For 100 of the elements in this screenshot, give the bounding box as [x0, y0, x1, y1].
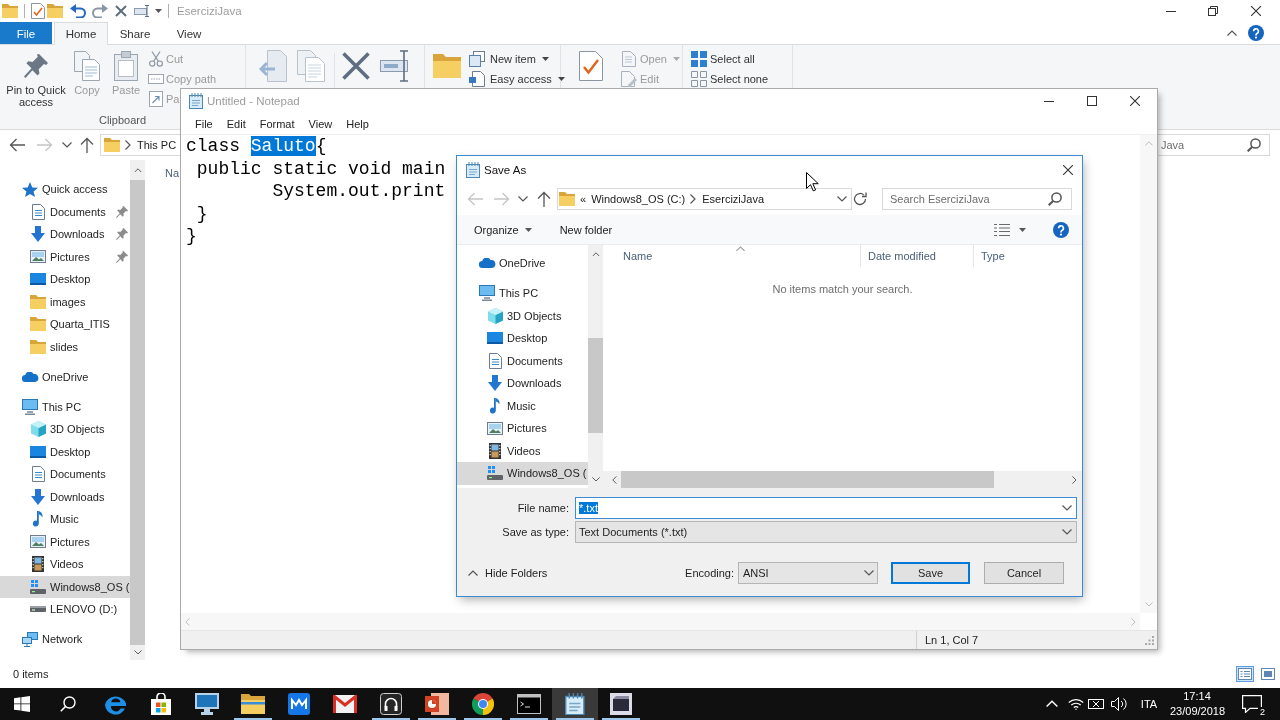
nav-item[interactable]: slides	[0, 335, 130, 358]
breadcrumb-item[interactable]: EserciziJava	[702, 193, 764, 205]
column-header[interactable]: Type	[973, 245, 1082, 267]
nav-item[interactable]: Videos	[457, 439, 588, 462]
clock-button[interactable]: 17:14 23/09/2018	[1170, 689, 1224, 719]
breadcrumb-item[interactable]: Windows8_OS (C:)	[591, 193, 686, 205]
undo-icon[interactable]	[70, 4, 86, 18]
nav-item[interactable]: Documents	[0, 200, 130, 223]
nav-item[interactable]: Quick access	[0, 178, 130, 201]
close-icon[interactable]	[1251, 6, 1261, 16]
file-name-field[interactable]: *.txt	[575, 497, 1077, 519]
help-icon[interactable]	[1248, 25, 1264, 41]
resize-grip-icon[interactable]	[1145, 635, 1154, 645]
column-header[interactable]: Na	[165, 163, 180, 183]
ribbon-button[interactable]: Pin to Quick access	[4, 49, 68, 108]
nav-item[interactable]: Downloads	[457, 372, 588, 395]
chevron-right-icon[interactable]	[125, 140, 131, 150]
close-icon[interactable]	[1130, 96, 1140, 106]
ribbon-tab[interactable]: File	[0, 22, 52, 44]
file-type-dropdown[interactable]: Text Documents (*.txt)	[575, 521, 1077, 543]
nav-item[interactable]: Music	[0, 508, 130, 531]
breadcrumb-item[interactable]: This PC	[137, 139, 177, 151]
search-field[interactable]: Search EserciziJava	[882, 188, 1072, 210]
column-header[interactable]: Name	[603, 245, 860, 267]
up-arrow-icon[interactable]	[537, 191, 551, 207]
nav-item[interactable]: Pictures	[457, 417, 588, 440]
maximize-icon[interactable]	[1087, 96, 1097, 106]
wifi-icon[interactable]	[1068, 698, 1084, 710]
chevron-down-icon[interactable]	[837, 196, 847, 202]
chevron-left-icon[interactable]	[612, 475, 617, 484]
nav-item[interactable]: 3D Objects	[0, 418, 130, 441]
minimize-icon[interactable]	[1166, 10, 1176, 12]
minimize-icon[interactable]	[1044, 100, 1054, 102]
ribbon-button[interactable]: Easy access	[469, 69, 565, 89]
new-folder-button[interactable]: New folder	[553, 217, 619, 242]
cross-icon[interactable]	[115, 5, 127, 17]
chevron-up-icon[interactable]	[1227, 30, 1237, 36]
up-arrow-icon[interactable]	[80, 137, 94, 153]
nav-item[interactable]: Quarta_ITIS	[0, 313, 130, 336]
search-field[interactable]: Java	[1157, 134, 1270, 156]
refresh-icon[interactable]	[853, 192, 867, 206]
dialog-button[interactable]: Cancel	[984, 562, 1064, 584]
nav-item[interactable]: 3D Objects	[457, 304, 588, 327]
nav-item[interactable]: This PC	[457, 282, 588, 305]
list-view-icon[interactable]	[994, 223, 1010, 236]
address-bar[interactable]: « Windows8_OS (C:) EserciziJava	[557, 188, 852, 210]
chevron-down-icon[interactable]	[864, 570, 874, 576]
nav-item[interactable]: Downloads	[0, 485, 130, 508]
chevron-right-icon[interactable]	[1072, 475, 1077, 484]
text-field-icon[interactable]	[134, 5, 150, 17]
scrollbar-thumb[interactable]	[588, 338, 603, 433]
menu-item[interactable]: Format	[252, 113, 302, 134]
chevron-down-icon[interactable]	[518, 196, 528, 202]
breadcrumb-overflow[interactable]: «	[580, 193, 587, 205]
menu-item[interactable]: Help	[339, 113, 376, 134]
notification-icon[interactable]	[1242, 695, 1262, 713]
nav-item[interactable]: Downloads	[0, 223, 130, 246]
chevron-down-icon[interactable]	[62, 142, 72, 148]
menu-item[interactable]: File	[188, 113, 220, 134]
ribbon-tab[interactable]: Home	[54, 22, 108, 45]
encoding-dropdown[interactable]: ANSI	[738, 562, 878, 584]
windows-logo-icon[interactable]	[14, 696, 30, 712]
menu-item[interactable]: Edit	[219, 113, 253, 134]
chevron-down-icon[interactable]	[133, 650, 142, 655]
speaker-icon[interactable]	[1111, 697, 1127, 711]
nav-item[interactable]: Windows8_OS (	[457, 462, 588, 485]
language-indicator[interactable]: ITA	[1137, 698, 1161, 710]
crossed-box-icon[interactable]	[1088, 699, 1104, 709]
help-icon[interactable]	[1053, 221, 1069, 238]
hide-folders-button[interactable]: Hide Folders	[468, 567, 548, 579]
nav-item[interactable]: This PC	[0, 395, 130, 418]
menu-item[interactable]: View	[301, 113, 340, 134]
nav-item[interactable]: Desktop	[457, 327, 588, 350]
ribbon-button[interactable]: Select all	[691, 49, 755, 69]
dialog-button[interactable]: Save	[891, 562, 970, 584]
nav-item[interactable]: images	[0, 290, 130, 313]
search-icon[interactable]	[60, 696, 76, 712]
nav-item[interactable]: Desktop	[0, 440, 130, 463]
redo-icon[interactable]	[92, 4, 108, 18]
nav-item[interactable]: Desktop	[0, 268, 130, 291]
checked-document-icon[interactable]	[579, 51, 603, 81]
view-button[interactable]	[1236, 666, 1254, 682]
chevron-down-icon[interactable]	[591, 476, 600, 482]
nav-item[interactable]: Pictures	[0, 245, 130, 268]
cross-icon[interactable]	[342, 52, 370, 80]
nav-item[interactable]: Network	[0, 628, 130, 651]
nav-item[interactable]: Documents	[0, 463, 130, 486]
taskbar-button[interactable]	[552, 688, 598, 720]
column-header[interactable]: Date modified	[860, 245, 973, 267]
chevron-right-icon[interactable]	[690, 194, 697, 204]
checked-document-icon[interactable]	[31, 3, 45, 19]
restore-icon[interactable]	[1208, 6, 1218, 16]
nav-item[interactable]: Pictures	[0, 530, 130, 553]
close-icon[interactable]	[1063, 164, 1073, 175]
back-arrow-icon[interactable]	[9, 138, 25, 152]
nav-item[interactable]: Videos	[0, 553, 130, 576]
dropdown-caret-icon[interactable]	[155, 9, 162, 13]
nav-item[interactable]: Documents	[457, 349, 588, 372]
text-field-icon[interactable]	[380, 50, 410, 82]
ribbon-tab[interactable]: Share	[108, 22, 162, 44]
